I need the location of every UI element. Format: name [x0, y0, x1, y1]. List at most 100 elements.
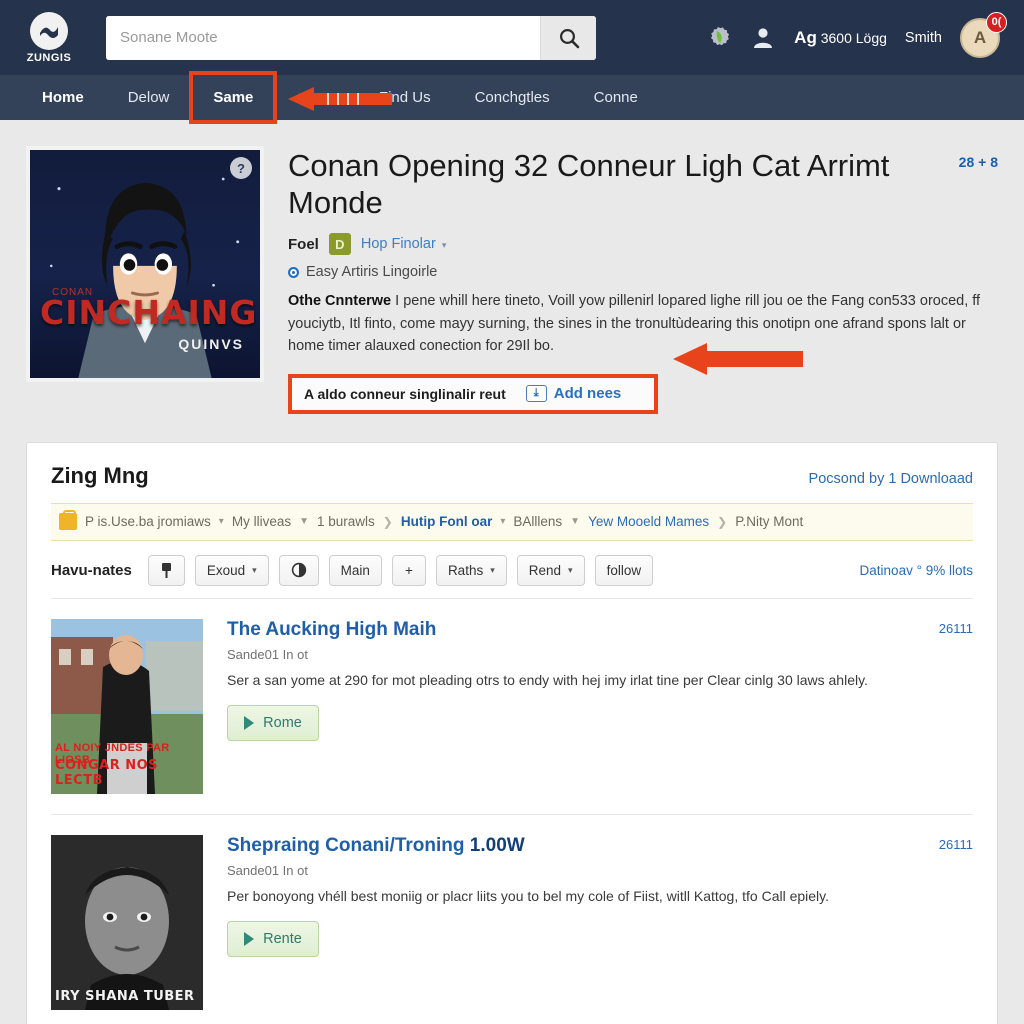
list-item-thumbnail[interactable]: IRY SHANA TUBER [51, 834, 203, 1010]
chevron-down-icon: ▾ [252, 564, 257, 575]
list-item-play-button[interactable]: Rente [227, 921, 319, 958]
callout-text: A aldo conneur singlinalir reut [304, 385, 506, 402]
toolbar-contrast-button[interactable] [278, 554, 319, 586]
chevron-down-icon: ▾ [568, 564, 573, 575]
points-value: 3600 Lögg [820, 29, 887, 46]
site-logo[interactable]: ZUNGIS [18, 11, 80, 64]
poster-subtitle: QUINVS [178, 336, 244, 352]
hero-count-badge: 28 + 8 [958, 154, 998, 170]
meta-label: Foel [288, 235, 319, 253]
nav-item-find-us[interactable]: Find Us [357, 75, 453, 120]
nav-item-same[interactable]: Same [189, 71, 278, 124]
breadcrumb-item-1[interactable]: My lliveas [232, 514, 291, 529]
breadcrumb-item-6[interactable]: P.Nity Mont [735, 514, 803, 529]
list-item-play-label: Rente [263, 931, 302, 948]
toolbar-pin-button[interactable] [147, 554, 185, 586]
username-label[interactable]: Smith [905, 30, 942, 46]
pointer-arrow-callout-icon [673, 343, 803, 375]
list-item-count: 26111 [938, 836, 973, 852]
person-icon[interactable] [750, 25, 776, 51]
nav-item-home[interactable]: Home [20, 75, 106, 120]
chevron-down-icon[interactable]: ▾ [219, 516, 224, 527]
hero-meta-row: Foel D Hop Finolar ▾ [288, 233, 998, 256]
content-panel: Zing Mng Pocsond by 1 Downloaad P is.Use… [26, 441, 998, 1024]
list-item-title-main: Shepraing Conani/Troning [227, 834, 465, 856]
breadcrumb-item-3[interactable]: Hutip Fonl oar [401, 514, 493, 529]
notification-badge[interactable]: 0( [986, 11, 1007, 33]
play-icon [244, 932, 255, 947]
help-badge-icon[interactable]: ? [230, 157, 252, 179]
avatar-wrapper[interactable]: A 0( [960, 11, 1007, 58]
breadcrumb-item-0[interactable]: P is.Use.ba jromiaws [85, 514, 211, 529]
chevron-down-icon[interactable]: ▾ [500, 516, 505, 527]
add-news-callout[interactable]: A aldo conneur singlinalir reut ⤓ Add ne… [288, 373, 658, 414]
chevron-down-icon[interactable]: ▼ [299, 516, 309, 527]
chevron-down-icon: ▾ [490, 564, 495, 575]
list-item-body: Shepraing Conani/Troning 1.00W Sande01 I… [227, 835, 973, 1010]
toolbar-main-button[interactable]: Main [328, 554, 382, 586]
list-item-description: Ser a san yome at 290 for mot pleading o… [227, 671, 868, 688]
hero-subtitle: Easy Artiris Lingoirle [306, 264, 438, 281]
contrast-icon [291, 562, 306, 578]
list-item[interactable]: AL NOIY JNDES PAR LIOSB CONGAR NOS LECTB… [51, 597, 973, 814]
list-item-title-suffix: 1.00W [469, 834, 525, 856]
play-badge-icon[interactable]: D [328, 233, 351, 256]
zungis-wave-logo-icon [30, 11, 68, 50]
toolbar-exoud-button[interactable]: Exoud ▾ [194, 554, 269, 586]
gear-leaf-icon[interactable] [704, 24, 732, 52]
nav-item-imme[interactable]: Imme [275, 75, 357, 120]
nav-item-conne[interactable]: Conne [572, 75, 660, 120]
search-input[interactable] [106, 15, 540, 60]
toolbar-add-button[interactable]: + [391, 554, 426, 586]
toolbar-raths-label: Raths [447, 562, 484, 578]
thumbnail-caption: IRY SHANA TUBER [55, 988, 195, 1004]
list-item-subtitle: Sande01 In ot [227, 646, 308, 662]
list-item-title[interactable]: The Aucking High Maih [227, 619, 913, 641]
add-news-label: Add nees [553, 385, 622, 403]
list-item-thumbnail[interactable]: AL NOIY JNDES PAR LIOSB CONGAR NOS LECTB [51, 618, 203, 794]
toolbar-raths-button[interactable]: Raths ▾ [435, 554, 507, 586]
nav-item-conchgtles[interactable]: Conchgtles [453, 75, 572, 120]
status-dot-icon [288, 266, 299, 278]
panel-title: Zing Mng [51, 462, 149, 488]
list-item-count: 26111 [938, 620, 973, 636]
breadcrumb-item-4[interactable]: BAlllens [513, 514, 562, 529]
list-item-play-button[interactable]: Rome [227, 705, 319, 742]
top-header-bar: ZUNGIS Ag 3600 Lögg Smith [0, 0, 1024, 75]
breadcrumb-item-2[interactable]: 1 burawls [317, 514, 375, 529]
header-actions: Ag 3600 Lögg Smith A 0( [704, 11, 1007, 58]
hero-description-lead: Othe Cnnterwe [288, 293, 392, 310]
download-box-icon: ⤓ [525, 385, 547, 403]
list-toolbar: Havu-nates Exoud ▾ Main + Raths ▾ Rend ▾… [51, 541, 973, 598]
main-navigation: Home Delow Same Imme Find Us Conchgtles … [0, 71, 1024, 124]
toolbar-rend-label: Rend [528, 562, 562, 578]
nav-item-delow[interactable]: Delow [106, 75, 192, 120]
list-item-description: Per bonoyong vhéll best moniig or placr … [227, 887, 830, 904]
list-item-play-label: Rome [263, 715, 302, 732]
hero-details: 28 + 8 Conan Opening 32 Conneur Ligh Cat… [288, 146, 998, 414]
chevron-down-icon[interactable]: ▼ [570, 516, 580, 527]
list-item-title[interactable]: Shepraing Conani/Troning 1.00W [227, 835, 913, 857]
toolbar-follow-button[interactable]: follow [594, 554, 654, 586]
meta-dropdown-link[interactable]: Hop Finolar ▾ [361, 236, 447, 252]
hero-description-body: I pene whill here tineto, Voill yow pill… [288, 293, 981, 355]
breadcrumb-separator: ❯ [717, 514, 728, 529]
search-bar[interactable] [106, 15, 596, 60]
toolbar-rend-button[interactable]: Rend ▾ [516, 554, 585, 586]
points-display[interactable]: Ag 3600 Lögg [794, 28, 887, 48]
breadcrumb: P is.Use.ba jromiaws ▾ My lliveas ▼ 1 bu… [51, 502, 973, 541]
toolbar-exoud-label: Exoud [206, 562, 246, 578]
toolbar-right-link[interactable]: Datinoav ° 9% llots [860, 563, 973, 578]
thumbnail-photo [51, 834, 203, 1010]
page-container: CONAN CINCHAING QUINVS ? 28 + 8 Conan Op… [0, 120, 1024, 1024]
points-prefix: Ag [794, 27, 817, 47]
panel-header-link[interactable]: Pocsond by 1 Downloaad [809, 471, 973, 487]
breadcrumb-item-5[interactable]: Yew Mooeld Mames [588, 514, 709, 529]
search-button[interactable] [540, 15, 596, 60]
page-title: Conan Opening 32 Conneur Ligh Cat Arrimt… [288, 148, 890, 220]
add-news-link[interactable]: ⤓ Add nees [525, 385, 622, 403]
play-icon [244, 716, 255, 731]
pin-icon [161, 562, 171, 578]
list-item[interactable]: IRY SHANA TUBER Shepraing Conani/Troning… [51, 813, 973, 1024]
poster-thumbnail[interactable]: CONAN CINCHAING QUINVS ? [26, 146, 264, 382]
